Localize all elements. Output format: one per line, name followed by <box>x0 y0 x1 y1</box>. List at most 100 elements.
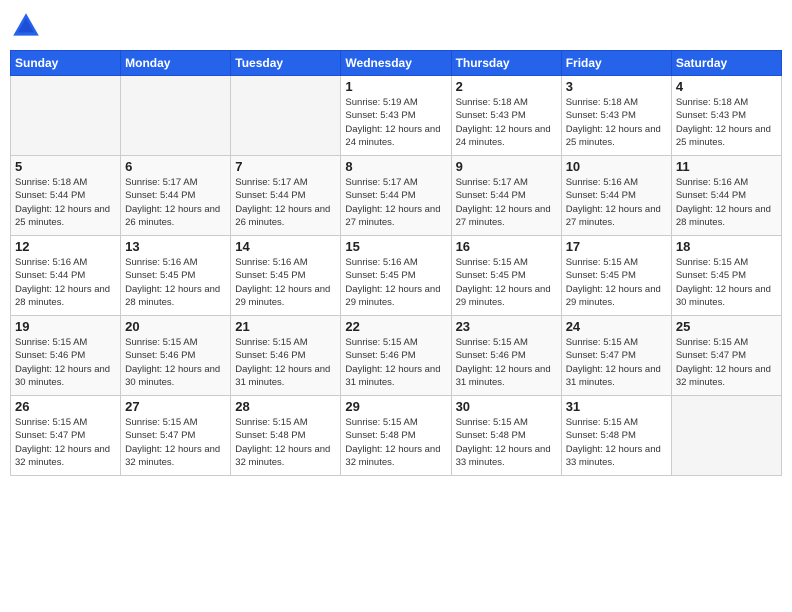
day-number: 14 <box>235 239 336 254</box>
calendar-cell: 17 Sunrise: 5:15 AMSunset: 5:45 PMDaylig… <box>561 236 671 316</box>
day-number: 27 <box>125 399 226 414</box>
day-info: Sunrise: 5:18 AMSunset: 5:44 PMDaylight:… <box>15 177 110 228</box>
day-info: Sunrise: 5:16 AMSunset: 5:45 PMDaylight:… <box>345 257 440 308</box>
day-info: Sunrise: 5:15 AMSunset: 5:46 PMDaylight:… <box>15 337 110 388</box>
day-info: Sunrise: 5:15 AMSunset: 5:48 PMDaylight:… <box>345 417 440 468</box>
day-number: 9 <box>456 159 557 174</box>
calendar-cell <box>121 76 231 156</box>
day-info: Sunrise: 5:15 AMSunset: 5:48 PMDaylight:… <box>566 417 661 468</box>
calendar-week-4: 19 Sunrise: 5:15 AMSunset: 5:46 PMDaylig… <box>11 316 782 396</box>
day-info: Sunrise: 5:16 AMSunset: 5:44 PMDaylight:… <box>676 177 771 228</box>
calendar-cell: 14 Sunrise: 5:16 AMSunset: 5:45 PMDaylig… <box>231 236 341 316</box>
day-info: Sunrise: 5:17 AMSunset: 5:44 PMDaylight:… <box>125 177 220 228</box>
day-number: 3 <box>566 79 667 94</box>
day-number: 19 <box>15 319 116 334</box>
day-info: Sunrise: 5:15 AMSunset: 5:46 PMDaylight:… <box>345 337 440 388</box>
weekday-header-friday: Friday <box>561 51 671 76</box>
day-number: 17 <box>566 239 667 254</box>
day-info: Sunrise: 5:17 AMSunset: 5:44 PMDaylight:… <box>235 177 330 228</box>
day-info: Sunrise: 5:16 AMSunset: 5:44 PMDaylight:… <box>566 177 661 228</box>
calendar-week-5: 26 Sunrise: 5:15 AMSunset: 5:47 PMDaylig… <box>11 396 782 476</box>
day-number: 16 <box>456 239 557 254</box>
calendar-cell: 7 Sunrise: 5:17 AMSunset: 5:44 PMDayligh… <box>231 156 341 236</box>
calendar-cell: 8 Sunrise: 5:17 AMSunset: 5:44 PMDayligh… <box>341 156 451 236</box>
day-number: 10 <box>566 159 667 174</box>
calendar-cell: 29 Sunrise: 5:15 AMSunset: 5:48 PMDaylig… <box>341 396 451 476</box>
day-info: Sunrise: 5:15 AMSunset: 5:46 PMDaylight:… <box>235 337 330 388</box>
calendar-cell: 26 Sunrise: 5:15 AMSunset: 5:47 PMDaylig… <box>11 396 121 476</box>
day-number: 5 <box>15 159 116 174</box>
logo <box>10 10 46 42</box>
calendar-cell: 16 Sunrise: 5:15 AMSunset: 5:45 PMDaylig… <box>451 236 561 316</box>
calendar-cell: 25 Sunrise: 5:15 AMSunset: 5:47 PMDaylig… <box>671 316 781 396</box>
calendar-cell: 24 Sunrise: 5:15 AMSunset: 5:47 PMDaylig… <box>561 316 671 396</box>
day-number: 18 <box>676 239 777 254</box>
calendar-cell: 1 Sunrise: 5:19 AMSunset: 5:43 PMDayligh… <box>341 76 451 156</box>
calendar-cell <box>11 76 121 156</box>
day-info: Sunrise: 5:18 AMSunset: 5:43 PMDaylight:… <box>456 97 551 148</box>
day-info: Sunrise: 5:15 AMSunset: 5:47 PMDaylight:… <box>676 337 771 388</box>
calendar-cell: 27 Sunrise: 5:15 AMSunset: 5:47 PMDaylig… <box>121 396 231 476</box>
day-number: 8 <box>345 159 446 174</box>
day-number: 22 <box>345 319 446 334</box>
calendar-cell: 23 Sunrise: 5:15 AMSunset: 5:46 PMDaylig… <box>451 316 561 396</box>
day-number: 24 <box>566 319 667 334</box>
calendar-cell: 20 Sunrise: 5:15 AMSunset: 5:46 PMDaylig… <box>121 316 231 396</box>
weekday-header-wednesday: Wednesday <box>341 51 451 76</box>
day-number: 2 <box>456 79 557 94</box>
day-number: 4 <box>676 79 777 94</box>
calendar-cell: 6 Sunrise: 5:17 AMSunset: 5:44 PMDayligh… <box>121 156 231 236</box>
day-info: Sunrise: 5:15 AMSunset: 5:45 PMDaylight:… <box>676 257 771 308</box>
calendar-cell: 2 Sunrise: 5:18 AMSunset: 5:43 PMDayligh… <box>451 76 561 156</box>
page-header <box>10 10 782 42</box>
day-info: Sunrise: 5:16 AMSunset: 5:44 PMDaylight:… <box>15 257 110 308</box>
day-info: Sunrise: 5:15 AMSunset: 5:47 PMDaylight:… <box>15 417 110 468</box>
day-number: 13 <box>125 239 226 254</box>
day-info: Sunrise: 5:15 AMSunset: 5:48 PMDaylight:… <box>235 417 330 468</box>
day-number: 30 <box>456 399 557 414</box>
logo-icon <box>10 10 42 42</box>
calendar-cell: 9 Sunrise: 5:17 AMSunset: 5:44 PMDayligh… <box>451 156 561 236</box>
day-number: 6 <box>125 159 226 174</box>
calendar-cell: 11 Sunrise: 5:16 AMSunset: 5:44 PMDaylig… <box>671 156 781 236</box>
weekday-header-row: SundayMondayTuesdayWednesdayThursdayFrid… <box>11 51 782 76</box>
day-info: Sunrise: 5:15 AMSunset: 5:47 PMDaylight:… <box>566 337 661 388</box>
weekday-header-thursday: Thursday <box>451 51 561 76</box>
day-number: 11 <box>676 159 777 174</box>
calendar-cell: 28 Sunrise: 5:15 AMSunset: 5:48 PMDaylig… <box>231 396 341 476</box>
day-info: Sunrise: 5:15 AMSunset: 5:46 PMDaylight:… <box>456 337 551 388</box>
weekday-header-tuesday: Tuesday <box>231 51 341 76</box>
day-number: 1 <box>345 79 446 94</box>
calendar-cell: 21 Sunrise: 5:15 AMSunset: 5:46 PMDaylig… <box>231 316 341 396</box>
day-info: Sunrise: 5:17 AMSunset: 5:44 PMDaylight:… <box>345 177 440 228</box>
calendar-cell <box>231 76 341 156</box>
day-number: 12 <box>15 239 116 254</box>
calendar-week-3: 12 Sunrise: 5:16 AMSunset: 5:44 PMDaylig… <box>11 236 782 316</box>
weekday-header-saturday: Saturday <box>671 51 781 76</box>
day-info: Sunrise: 5:15 AMSunset: 5:47 PMDaylight:… <box>125 417 220 468</box>
day-info: Sunrise: 5:15 AMSunset: 5:45 PMDaylight:… <box>566 257 661 308</box>
calendar-week-2: 5 Sunrise: 5:18 AMSunset: 5:44 PMDayligh… <box>11 156 782 236</box>
calendar-cell: 4 Sunrise: 5:18 AMSunset: 5:43 PMDayligh… <box>671 76 781 156</box>
calendar-cell: 31 Sunrise: 5:15 AMSunset: 5:48 PMDaylig… <box>561 396 671 476</box>
day-number: 23 <box>456 319 557 334</box>
calendar-cell: 3 Sunrise: 5:18 AMSunset: 5:43 PMDayligh… <box>561 76 671 156</box>
day-number: 20 <box>125 319 226 334</box>
weekday-header-sunday: Sunday <box>11 51 121 76</box>
calendar-cell: 5 Sunrise: 5:18 AMSunset: 5:44 PMDayligh… <box>11 156 121 236</box>
calendar-week-1: 1 Sunrise: 5:19 AMSunset: 5:43 PMDayligh… <box>11 76 782 156</box>
day-number: 29 <box>345 399 446 414</box>
calendar-cell: 10 Sunrise: 5:16 AMSunset: 5:44 PMDaylig… <box>561 156 671 236</box>
day-number: 26 <box>15 399 116 414</box>
calendar-cell: 30 Sunrise: 5:15 AMSunset: 5:48 PMDaylig… <box>451 396 561 476</box>
day-info: Sunrise: 5:18 AMSunset: 5:43 PMDaylight:… <box>676 97 771 148</box>
calendar-cell: 13 Sunrise: 5:16 AMSunset: 5:45 PMDaylig… <box>121 236 231 316</box>
day-number: 15 <box>345 239 446 254</box>
calendar-cell: 22 Sunrise: 5:15 AMSunset: 5:46 PMDaylig… <box>341 316 451 396</box>
day-number: 21 <box>235 319 336 334</box>
day-info: Sunrise: 5:16 AMSunset: 5:45 PMDaylight:… <box>235 257 330 308</box>
day-info: Sunrise: 5:15 AMSunset: 5:48 PMDaylight:… <box>456 417 551 468</box>
day-info: Sunrise: 5:15 AMSunset: 5:45 PMDaylight:… <box>456 257 551 308</box>
calendar-table: SundayMondayTuesdayWednesdayThursdayFrid… <box>10 50 782 476</box>
day-info: Sunrise: 5:18 AMSunset: 5:43 PMDaylight:… <box>566 97 661 148</box>
